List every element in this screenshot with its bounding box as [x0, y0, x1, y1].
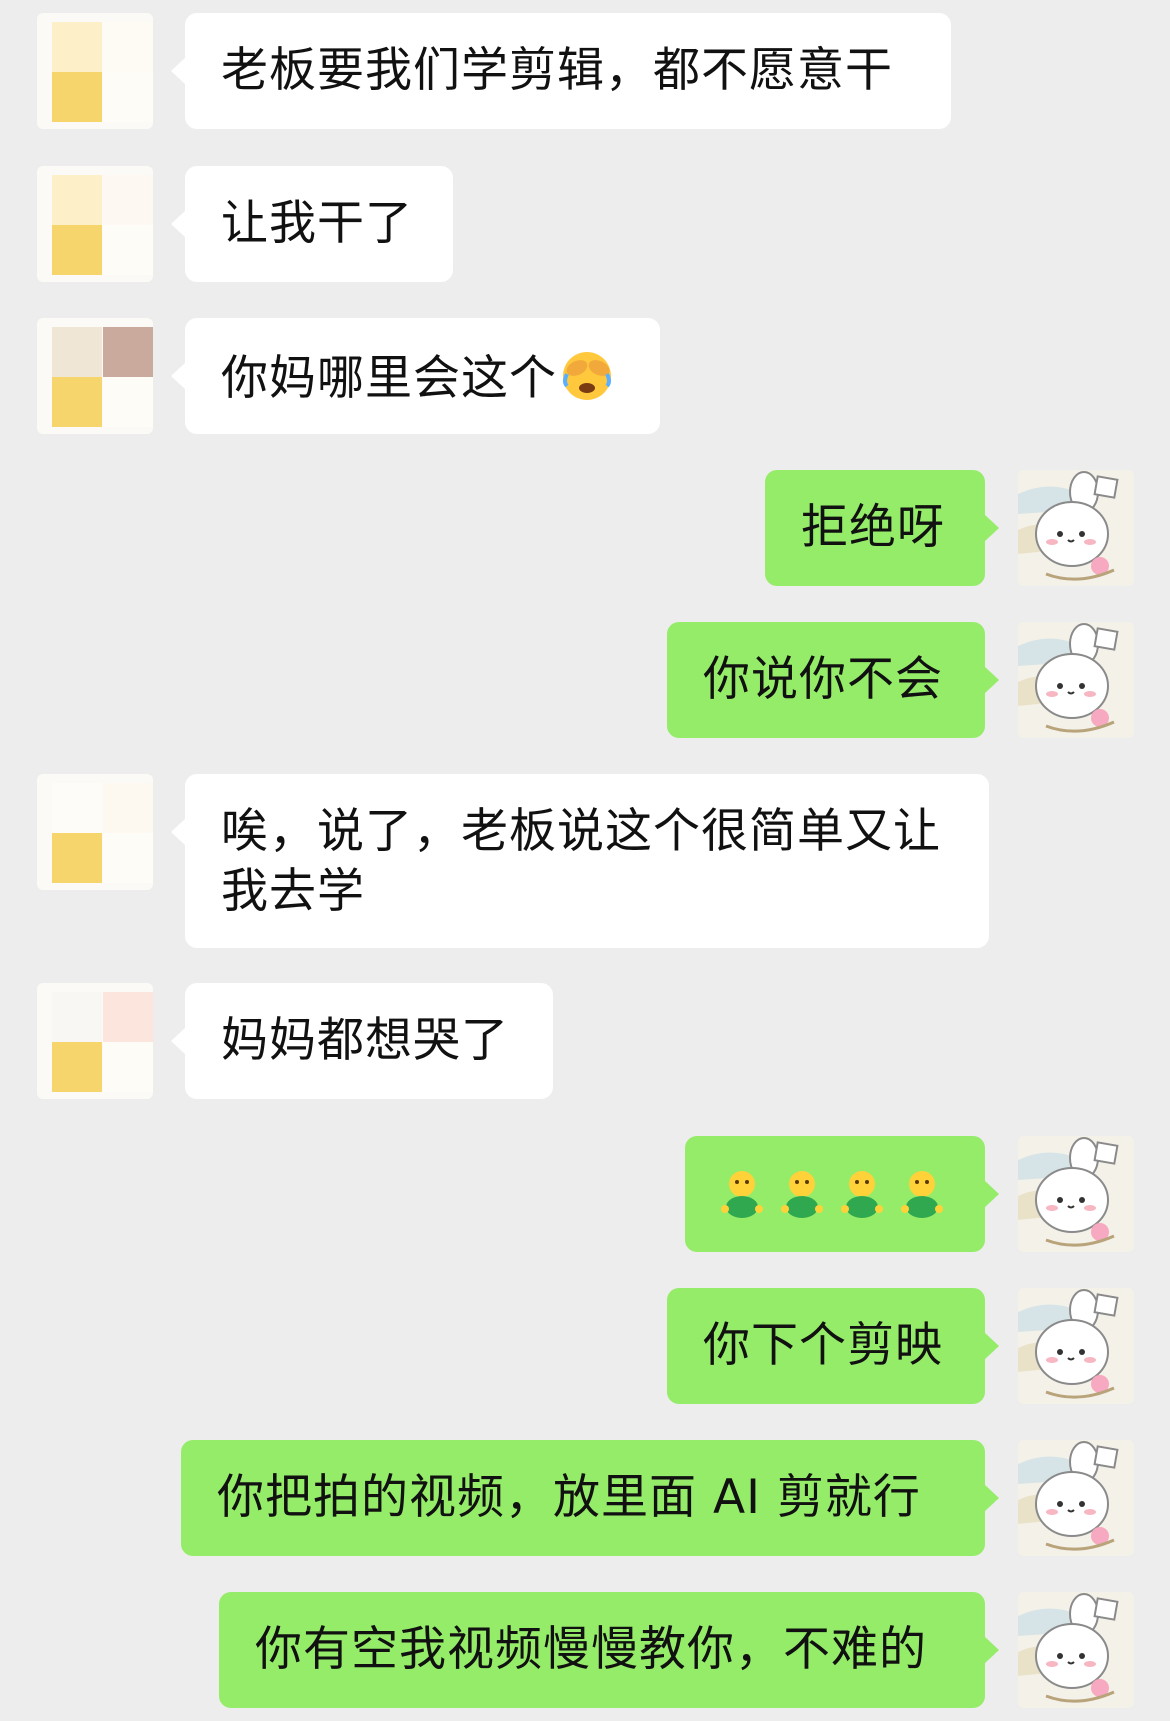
outgoing-message-bubble[interactable]	[685, 1136, 999, 1252]
message-text: 老板要我们学剪辑，都不愿意干	[221, 43, 893, 98]
bunny-avatar-icon	[1018, 1136, 1134, 1252]
message-row-outgoing	[0, 1136, 1170, 1252]
green-figure-emoji-icon	[781, 1171, 823, 1218]
outgoing-message-bubble[interactable]: 你说你不会	[667, 622, 999, 738]
message-row-incoming: 你妈哪里会这个	[0, 318, 1170, 434]
message-row-outgoing: 拒绝呀	[0, 470, 1170, 586]
incoming-message-bubble[interactable]: 老板要我们学剪辑，都不愿意干	[171, 13, 951, 129]
user-avatar-bunny[interactable]	[1018, 1136, 1134, 1252]
message-text: 你妈哪里会这个	[221, 351, 557, 406]
message-row-outgoing: 你下个剪映	[0, 1288, 1170, 1404]
green-figure-emoji-icon	[901, 1171, 943, 1218]
user-avatar-bunny[interactable]	[1018, 1288, 1134, 1404]
incoming-message-bubble[interactable]: 你妈哪里会这个	[171, 318, 660, 434]
bunny-avatar-icon	[1018, 1440, 1134, 1556]
outgoing-message-bubble[interactable]: 你下个剪映	[667, 1288, 999, 1404]
message-row-incoming: 唉，说了，老板说这个很简单又让我去学	[0, 774, 1170, 948]
chat-conversation: 老板要我们学剪辑，都不愿意干 让我干了 你妈哪里会这个 拒绝呀 你说你不会 唉，…	[0, 0, 1170, 1721]
contact-avatar-mosaic[interactable]	[37, 983, 153, 1099]
user-avatar-bunny[interactable]	[1018, 470, 1134, 586]
bunny-avatar-icon	[1018, 622, 1134, 738]
message-text: 你有空我视频慢慢教你，不难的	[255, 1622, 927, 1677]
face-exhaling-tears-icon	[559, 346, 615, 417]
user-avatar-bunny[interactable]	[1018, 1440, 1134, 1556]
message-text: 让我干了	[221, 196, 413, 251]
user-avatar-bunny[interactable]	[1018, 622, 1134, 738]
incoming-message-bubble[interactable]: 让我干了	[171, 166, 453, 282]
message-row-outgoing: 你把拍的视频，放里面 AI 剪就行	[0, 1440, 1170, 1556]
message-row-incoming: 让我干了	[0, 166, 1170, 282]
message-text: 唉，说了，老板说这个很简单又让我去学	[221, 804, 941, 919]
user-avatar-bunny[interactable]	[1018, 1592, 1134, 1708]
message-text: 拒绝呀	[801, 500, 945, 555]
message-text: 你下个剪映	[703, 1318, 943, 1373]
bunny-avatar-icon	[1018, 1288, 1134, 1404]
bunny-avatar-icon	[1018, 1592, 1134, 1708]
contact-avatar-mosaic[interactable]	[37, 318, 153, 434]
message-text: 妈妈都想哭了	[221, 1013, 509, 1068]
contact-avatar-mosaic[interactable]	[37, 166, 153, 282]
outgoing-message-bubble[interactable]: 你把拍的视频，放里面 AI 剪就行	[181, 1440, 999, 1556]
outgoing-message-bubble[interactable]: 拒绝呀	[765, 470, 999, 586]
contact-avatar-mosaic[interactable]	[37, 774, 153, 890]
message-text: 你说你不会	[703, 652, 943, 707]
green-figure-emoji-icon	[841, 1171, 883, 1218]
message-row-incoming: 妈妈都想哭了	[0, 983, 1170, 1099]
message-text: 你把拍的视频，放里面 AI 剪就行	[217, 1470, 921, 1525]
emoji-sequence	[715, 1164, 949, 1224]
bunny-avatar-icon	[1018, 470, 1134, 586]
message-row-outgoing: 你说你不会	[0, 622, 1170, 738]
outgoing-message-bubble[interactable]: 你有空我视频慢慢教你，不难的	[219, 1592, 999, 1708]
message-row-outgoing: 你有空我视频慢慢教你，不难的	[0, 1592, 1170, 1708]
incoming-message-bubble[interactable]: 唉，说了，老板说这个很简单又让我去学	[171, 774, 989, 948]
green-figure-emoji-icon	[721, 1171, 763, 1218]
contact-avatar-mosaic[interactable]	[37, 13, 153, 129]
message-row-incoming: 老板要我们学剪辑，都不愿意干	[0, 13, 1170, 129]
incoming-message-bubble[interactable]: 妈妈都想哭了	[171, 983, 553, 1099]
